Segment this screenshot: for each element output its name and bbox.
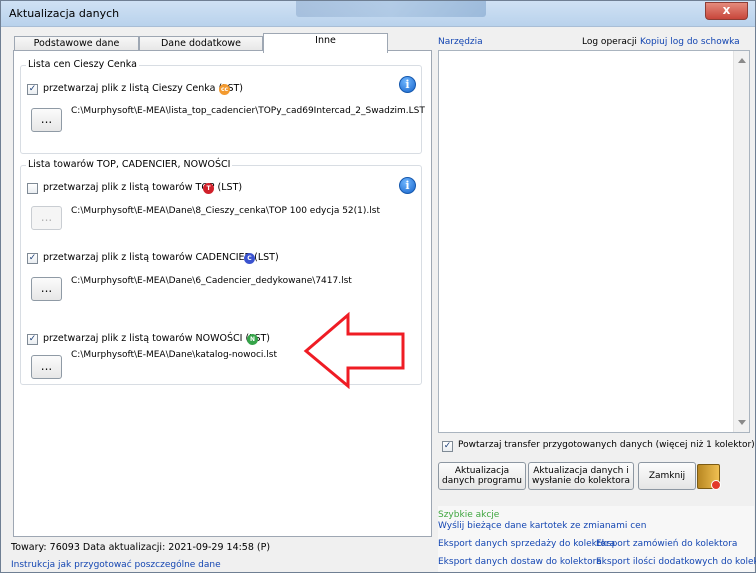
export-additional-quantities-link[interactable]: Eksport ilości dodatkowych do kolektora <box>596 557 756 567</box>
operation-log-panel[interactable] <box>438 50 750 433</box>
scroll-up-icon[interactable] <box>738 58 746 63</box>
process-price-list-checkbox[interactable]: ✓ <box>27 84 38 95</box>
process-new-products-list-checkbox[interactable]: ✓ <box>27 334 38 345</box>
exit-door-icon[interactable] <box>697 464 721 490</box>
update-data-window: Aktualizacja danych x Podstawowe dane Da… <box>0 0 756 573</box>
new-products-badge-icon: N <box>247 334 258 345</box>
process-new-products-list-label: przetwarzaj plik z listą towarów NOWOŚCI… <box>43 333 270 344</box>
quick-actions-panel: Szybkie akcje Wyślij bieżące dane kartot… <box>438 506 756 572</box>
export-deliveries-link[interactable]: Eksport danych dostaw do kolektora <box>438 557 602 567</box>
cieszy-cenka-badge-icon: cc <box>219 84 230 95</box>
tools-link[interactable]: Narzędzia <box>438 37 483 47</box>
product-lists-group-title: Lista towarów TOP, CADENCIER, NOWOŚCI <box>26 159 233 170</box>
status-bar-text: Towary: 76093 Data aktualizacji: 2021-09… <box>11 542 271 553</box>
browse-cadencier-list-button[interactable]: ... <box>31 277 62 301</box>
quick-actions-title: Szybkie akcje <box>438 510 500 520</box>
info-icon[interactable]: i <box>399 76 416 93</box>
cadencier-list-path: C:\Murphysoft\E-MEA\Dane\6_Cadencier_ded… <box>71 276 352 286</box>
operation-log-label: Log operacji <box>582 37 637 47</box>
scroll-down-icon[interactable] <box>738 420 746 425</box>
alert-icon <box>711 480 721 490</box>
help-instructions-link[interactable]: Instrukcja jak przygotować poszczególne … <box>11 560 221 570</box>
process-price-list-label: przetwarzaj plik z listą Cieszy Cenka (L… <box>43 83 243 94</box>
window-title: Aktualizacja danych <box>9 7 120 20</box>
price-list-path: C:\Murphysoft\E-MEA\lista_top_cadencier\… <box>71 106 425 116</box>
annotation-arrow-icon <box>303 311 405 389</box>
process-cadencier-list-checkbox[interactable]: ✓ <box>27 253 38 264</box>
browse-new-products-list-button[interactable]: ... <box>31 355 62 379</box>
tab-inne[interactable]: Inne <box>263 33 388 53</box>
log-scrollbar[interactable] <box>733 51 749 432</box>
new-products-list-path: C:\Murphysoft\E-MEA\Dane\katalog-nowoci.… <box>71 350 278 360</box>
cadencier-badge-icon: C <box>244 253 255 264</box>
browse-price-list-button[interactable]: ... <box>31 108 62 132</box>
send-card-prices-link[interactable]: Wyślij bieżące dane kartotek ze zmianami… <box>438 521 646 531</box>
export-sales-link[interactable]: Eksport danych sprzedaży do kolektora <box>438 539 615 549</box>
title-bar-blurred-area <box>296 1 486 17</box>
info-icon[interactable]: i <box>399 177 416 194</box>
top-badge-icon: T <box>203 183 214 194</box>
close-window-button[interactable]: x <box>705 2 748 20</box>
export-orders-link[interactable]: Eksport zamówień do kolektora <box>596 539 737 549</box>
top-list-path: C:\Murphysoft\E-MEA\Dane\8_Cieszy_cenka\… <box>71 206 380 216</box>
close-button[interactable]: Zamknij <box>638 462 696 490</box>
repeat-transfer-label: Powtarzaj transfer przygotowanych danych… <box>458 440 755 450</box>
update-and-send-button[interactable]: Aktualizacja danych i wysłanie do kolekt… <box>528 462 634 490</box>
price-list-group-title: Lista cen Cieszy Cenka <box>26 59 139 70</box>
inne-tab-panel: Lista cen Cieszy Cenka ✓ przetwarzaj pli… <box>13 50 432 537</box>
price-list-group: Lista cen Cieszy Cenka ✓ przetwarzaj pli… <box>20 59 425 154</box>
update-program-data-button[interactable]: Aktualizacja danych programu <box>438 462 526 490</box>
browse-top-list-button[interactable]: ... <box>31 206 62 230</box>
copy-log-link[interactable]: Kopiuj log do schowka <box>640 37 740 47</box>
title-bar[interactable]: Aktualizacja danych x <box>1 1 755 27</box>
repeat-transfer-checkbox[interactable]: ✓ <box>442 441 453 452</box>
process-top-list-checkbox[interactable] <box>27 183 38 194</box>
